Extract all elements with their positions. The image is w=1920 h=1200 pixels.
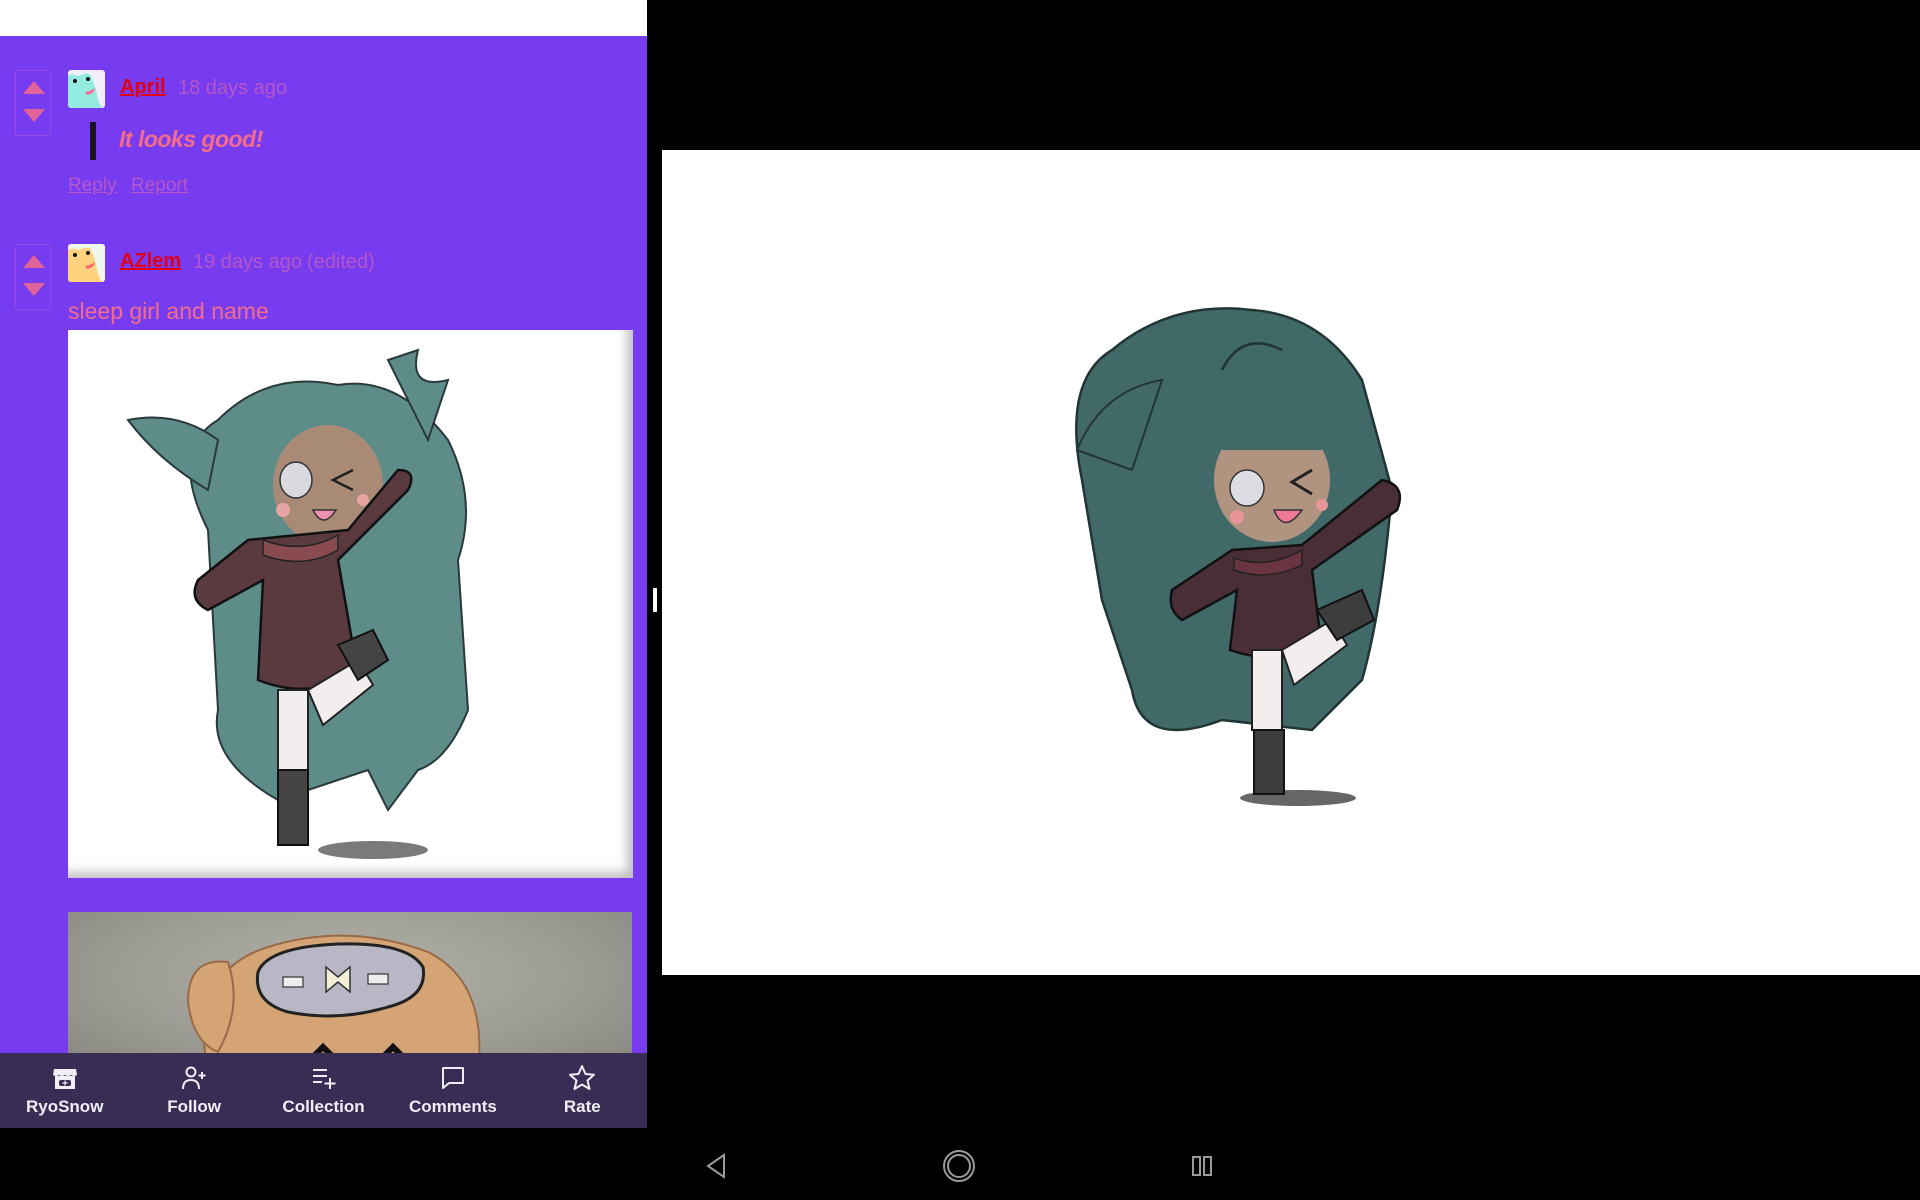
follow-button[interactable]: Follow: [129, 1053, 258, 1128]
viewer-character-illustration: [1075, 307, 1402, 806]
downvote-icon[interactable]: [23, 283, 45, 296]
comment-timestamp: 19 days ago: [193, 251, 302, 273]
back-icon[interactable]: [698, 1148, 734, 1184]
comment-icon: [441, 1067, 464, 1089]
comment-image[interactable]: [68, 330, 633, 878]
star-icon: [569, 1065, 596, 1090]
user-plus-icon: [182, 1066, 206, 1090]
upvote-icon[interactable]: [23, 255, 45, 268]
downvote-icon[interactable]: [23, 109, 45, 122]
follow-label: Follow: [167, 1097, 222, 1116]
rate-button[interactable]: Rate: [518, 1053, 647, 1128]
comment-image[interactable]: [68, 912, 632, 1053]
blockquote-bar: [90, 122, 96, 160]
playlist-add-icon: [312, 1069, 336, 1089]
itchio-store-icon: [52, 1069, 77, 1089]
comment-author-link[interactable]: AZlem: [120, 250, 181, 273]
collection-label: Collection: [282, 1097, 365, 1116]
edited-label: (edited): [307, 251, 375, 273]
system-navigation-bar: [647, 1128, 1920, 1200]
comment-quote-text: It looks good!: [119, 126, 263, 152]
image-viewer[interactable]: [662, 150, 1920, 975]
comments-button[interactable]: Comments: [388, 1053, 517, 1128]
browser-top-strip: [0, 0, 647, 36]
upvote-icon[interactable]: [23, 81, 45, 94]
comments-panel[interactable]: April 18 days ago It looks good! Reply R…: [0, 36, 647, 1053]
reply-link[interactable]: Reply: [68, 175, 117, 197]
creator-name-label: RyoSnow: [25, 1097, 104, 1116]
character-illustration: [126, 348, 470, 859]
recents-icon[interactable]: [1184, 1148, 1220, 1184]
avatar[interactable]: [68, 244, 105, 282]
character-illustration: [186, 934, 481, 1053]
report-link[interactable]: Report: [131, 175, 188, 197]
rate-label: Rate: [563, 1097, 601, 1116]
avatar[interactable]: [68, 70, 105, 108]
creator-profile-button[interactable]: RyoSnow: [0, 1053, 129, 1128]
comments-label: Comments: [408, 1097, 497, 1116]
bottom-action-bar: RyoSnow Follow Collection Comments Rate: [0, 1053, 647, 1128]
comment-body-text: sleep girl and name: [68, 298, 269, 324]
home-icon[interactable]: [941, 1148, 977, 1184]
comment-timestamp: 18 days ago: [178, 77, 287, 99]
add-to-collection-button[interactable]: Collection: [259, 1053, 388, 1128]
split-screen-divider-handle[interactable]: [653, 588, 657, 612]
vote-box: [15, 244, 51, 310]
vote-box: [15, 70, 51, 136]
comment-author-link[interactable]: April: [120, 76, 166, 99]
